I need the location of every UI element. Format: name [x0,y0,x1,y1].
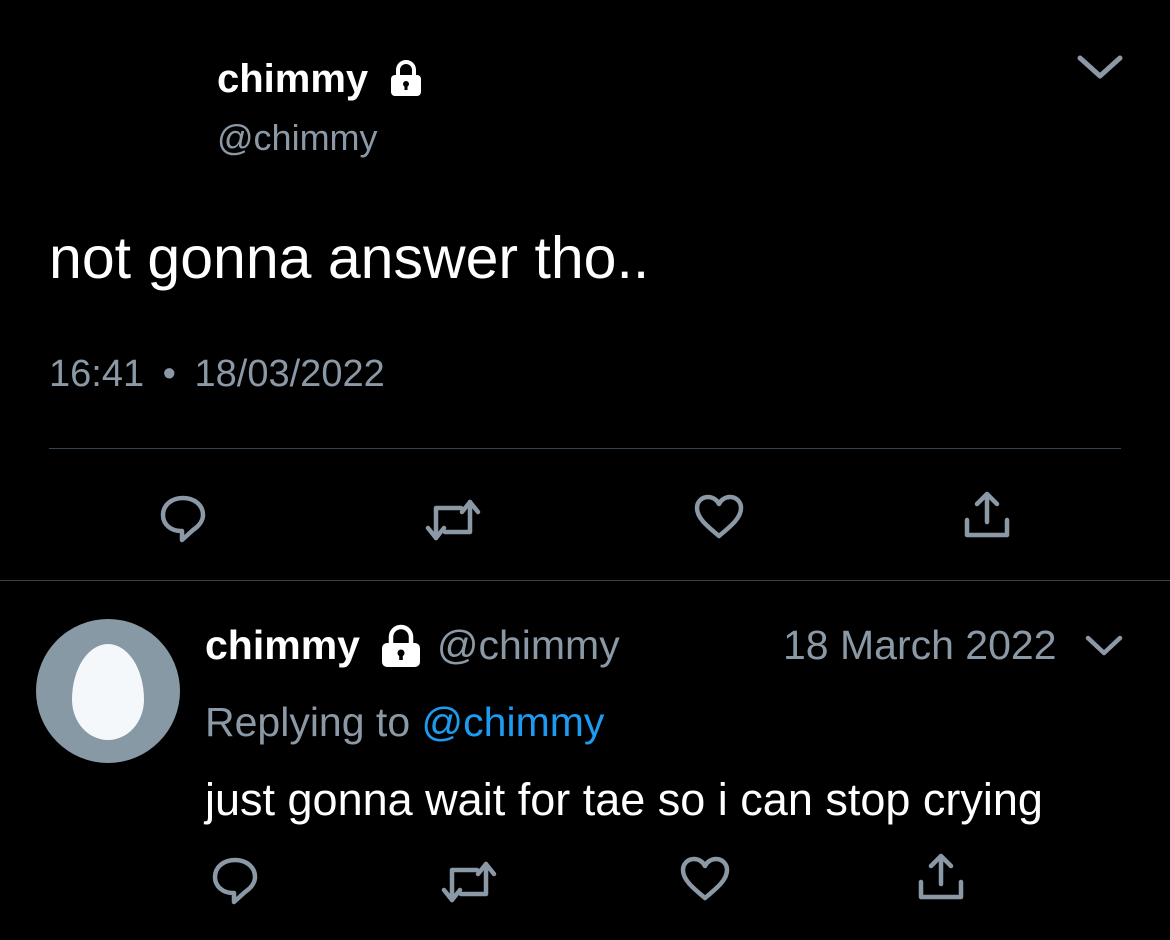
retweet-icon[interactable] [425,498,481,542]
replying-prefix: Replying to [205,699,411,745]
reply-icon[interactable] [209,855,261,907]
main-handle[interactable]: @chimmy [217,116,378,160]
reply-header: chimmy @chimmy [205,620,620,670]
replying-to: Replying to @chimmy [205,697,604,747]
retweet-icon[interactable] [441,860,497,904]
main-display-name[interactable]: chimmy [217,55,368,103]
share-icon[interactable] [916,852,966,902]
reply-handle[interactable]: @chimmy [437,622,620,668]
lock-icon [378,624,424,668]
reply-display-name[interactable]: chimmy [205,622,360,668]
reply-icon[interactable] [157,493,209,545]
avatar[interactable] [36,619,180,763]
lock-icon [386,58,426,98]
reply-date[interactable]: 18 March 2022 [783,620,1057,670]
main-time: 16:41 [49,353,145,395]
main-tweet-text: not gonna answer tho.. [49,225,650,291]
share-icon[interactable] [962,490,1012,540]
main-divider [49,448,1121,449]
replying-handle-link[interactable]: @chimmy [422,699,605,745]
heart-icon[interactable] [679,856,731,902]
main-separator: • [162,353,176,395]
main-date: 18/03/2022 [194,353,385,395]
chevron-down-icon[interactable] [1076,54,1124,82]
main-timestamp[interactable]: 16:41 • 18/03/2022 [49,351,385,397]
reply-tweet-text: just gonna wait for tae so i can stop cr… [205,774,1043,825]
chevron-down-icon[interactable] [1084,633,1124,659]
tweet-separator [0,580,1170,581]
egg-avatar-icon [72,644,144,740]
heart-icon[interactable] [693,494,745,540]
